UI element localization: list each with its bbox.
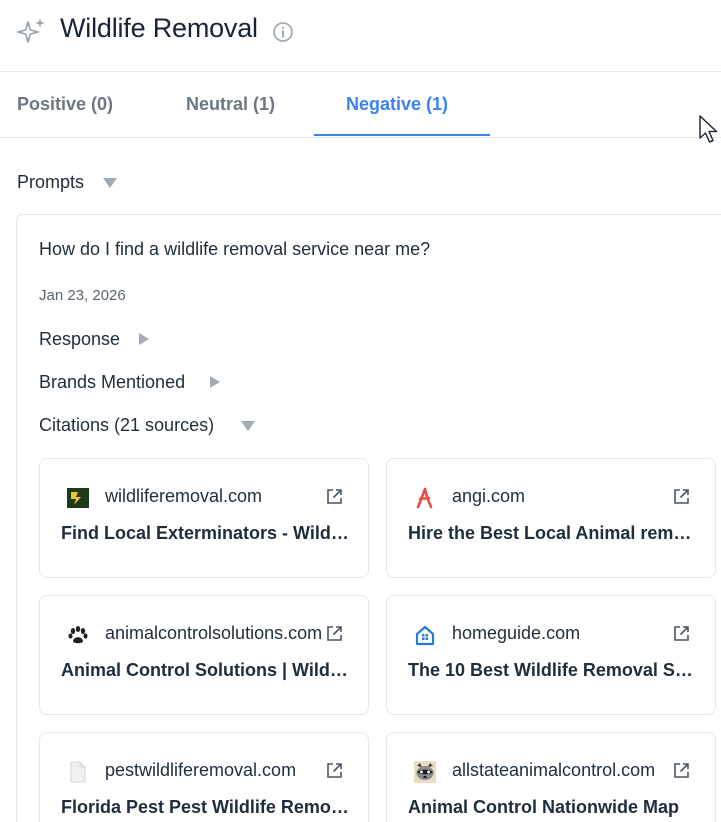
- tab-positive[interactable]: Positive (0): [17, 94, 113, 115]
- mouse-cursor-icon: [699, 115, 718, 143]
- caret-right-icon[interactable]: [210, 376, 220, 388]
- prompts-toggle[interactable]: Prompts: [17, 172, 84, 193]
- external-link-icon[interactable]: [325, 487, 344, 506]
- citation-domain: angi.com: [452, 486, 526, 506]
- citation-domain: pestwildliferemoval.com: [105, 760, 297, 780]
- external-link-icon[interactable]: [325, 761, 344, 780]
- prompt-question: How do I find a wildlife removal service…: [39, 239, 431, 259]
- citation-title: Find Local Exterminators - Wildlife Remo…: [61, 523, 349, 543]
- citation-title: Hire the Best Local Animal removal servi…: [408, 523, 696, 543]
- response-toggle[interactable]: Response: [39, 329, 120, 350]
- caret-down-icon[interactable]: [103, 178, 117, 188]
- citation-domain: wildliferemoval.com: [105, 486, 263, 506]
- citation-title: The 10 Best Wildlife Removal Services: [408, 660, 696, 680]
- wildliferemoval-logo-icon: [67, 488, 89, 508]
- angi-logo-icon: [416, 487, 433, 509]
- page-title: Wildlife Removal: [60, 13, 258, 43]
- citation-card[interactable]: allstateanimalcontrol.com Animal Control…: [386, 732, 716, 822]
- sentiment-tabs: Positive (0) Neutral (1) Negative (1): [0, 72, 721, 138]
- citation-title: Animal Control Solutions | Wildlife Remo…: [61, 660, 349, 680]
- external-link-icon[interactable]: [672, 761, 691, 780]
- prompt-date: Jan 23, 2026: [39, 287, 126, 304]
- paw-icon: [68, 626, 88, 644]
- citation-domain: animalcontrolsolutions.com: [105, 623, 323, 643]
- homeguide-logo-icon: [415, 625, 435, 646]
- citation-card[interactable]: wildliferemoval.com Find Local Extermina…: [39, 458, 369, 578]
- brands-mentioned-toggle[interactable]: Brands Mentioned: [39, 372, 185, 393]
- caret-right-icon[interactable]: [139, 333, 149, 345]
- info-icon[interactable]: [272, 21, 294, 43]
- tab-neutral[interactable]: Neutral (1): [186, 94, 275, 115]
- tab-negative[interactable]: Negative (1): [346, 94, 448, 115]
- caret-down-icon[interactable]: [241, 421, 255, 431]
- active-tab-indicator: [314, 134, 490, 136]
- citation-card[interactable]: animalcontrolsolutions.com Animal Contro…: [39, 595, 369, 715]
- sparkle-icon: [17, 18, 45, 43]
- citation-title: Florida Pest Pest Wildlife Removal: [61, 797, 349, 817]
- citation-card[interactable]: homeguide.com The 10 Best Wildlife Remov…: [386, 595, 716, 715]
- citation-domain: allstateanimalcontrol.com: [452, 760, 656, 780]
- citations-toggle[interactable]: Citations (21 sources): [39, 415, 214, 436]
- citation-card[interactable]: angi.com Hire the Best Local Animal remo…: [386, 458, 716, 578]
- citation-title: Animal Control Nationwide Map: [408, 797, 680, 817]
- external-link-icon[interactable]: [672, 487, 691, 506]
- document-icon: [70, 761, 86, 783]
- external-link-icon[interactable]: [325, 624, 344, 643]
- raccoon-logo-icon: [414, 761, 436, 783]
- citation-domain: homeguide.com: [452, 623, 581, 643]
- page-header: Wildlife Removal: [0, 0, 721, 72]
- external-link-icon[interactable]: [672, 624, 691, 643]
- citation-card[interactable]: pestwildliferemoval.com Florida Pest Pes…: [39, 732, 369, 822]
